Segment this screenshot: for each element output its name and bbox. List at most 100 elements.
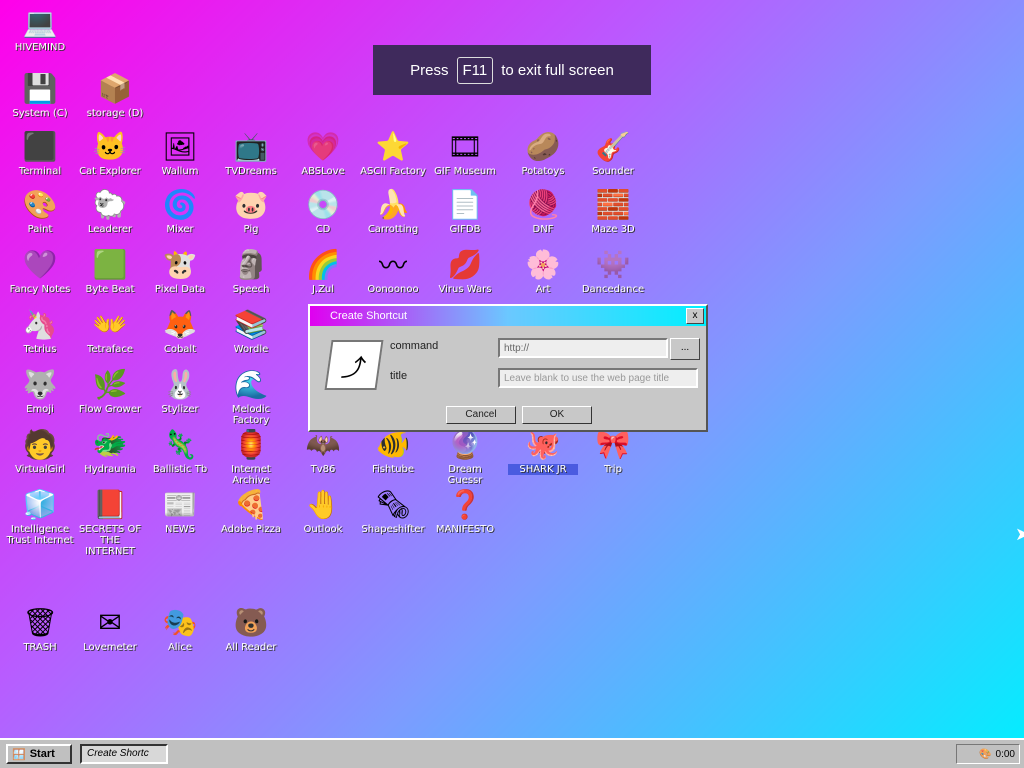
desktop-icon-glyph: ❓ [447, 488, 483, 520]
desktop-icon-glyph: 🧱 [595, 188, 631, 220]
tray-app-icon[interactable]: 🎨 [979, 749, 991, 760]
desktop-icon[interactable]: 🍌 Carrotting [358, 186, 428, 236]
desktop-icon[interactable]: 🐑 Leaderer [75, 186, 145, 236]
desktop-icon-label: Cobalt [163, 344, 197, 355]
desktop-icon-glyph: 🐷 [233, 188, 269, 220]
desktop-icon[interactable]: 🗿 Speech [216, 246, 286, 296]
desktop-icon[interactable]: 📰 NEWS [145, 486, 215, 536]
desktop-icon[interactable]: 🎭 Alice [145, 604, 215, 654]
desktop-icon[interactable]: 🦄 Tetrius [5, 306, 75, 356]
desktop-icon[interactable]: 🦇 Tv86 [288, 426, 358, 476]
desktop-icon[interactable]: 🟩 Byte Beat [75, 246, 145, 296]
desktop-icon-label: Lovemeter [83, 642, 137, 653]
cancel-button[interactable]: Cancel [446, 406, 516, 424]
desktop-icon[interactable]: ✉ Lovemeter [75, 604, 145, 654]
desktop-icon[interactable]: 🐻 All Reader [216, 604, 286, 654]
windows-logo-icon: 🪟 [12, 748, 26, 761]
desktop-icon-glyph: 🦎 [162, 428, 198, 460]
dialog-titlebar[interactable]: Create Shortcut x [310, 306, 706, 326]
desktop-icon-label: Maze 3D [591, 224, 635, 235]
desktop-icon-glyph: 📕 [92, 488, 128, 520]
desktop-icon-glyph: 🐻 [233, 606, 269, 638]
desktop-icon[interactable]: 🏮 Internet Archive [216, 426, 286, 487]
desktop-icon[interactable]: 💾 System (C) [5, 70, 75, 120]
desktop-icon[interactable]: 🍕 Adobe Pizza [216, 486, 286, 536]
desktop-icon[interactable]: 🧶 DNF [508, 186, 578, 236]
desktop-icon[interactable]: 🌊 Melodic Factory [216, 366, 286, 427]
desktop-icon-glyph: 🍕 [233, 488, 269, 520]
desktop-icon[interactable]: 🖼 Wallum [145, 128, 215, 178]
desktop-icon[interactable]: ⭐ ASCII Factory [358, 128, 428, 178]
ok-button[interactable]: OK [522, 406, 592, 424]
desktop-icon-label: J.Zul [311, 284, 335, 295]
desktop-icon-glyph: 👐 [92, 308, 128, 340]
desktop-icon-glyph: 📰 [162, 488, 198, 520]
command-label: command [390, 340, 439, 352]
desktop-icon-glyph: 📦 [97, 72, 133, 104]
desktop-icon-label: Tetrius [23, 344, 57, 355]
desktop-icon[interactable]: 〰 Oonoonoo [358, 246, 428, 295]
desktop-icon[interactable]: 🐠 Fishtube [358, 426, 428, 476]
desktop-icon[interactable]: 🧑 VirtualGirl [5, 426, 75, 476]
title-input[interactable]: Leave blank to use the web page title [498, 368, 698, 388]
desktop-icon[interactable]: 🔮 Dream Guessr [430, 426, 500, 487]
desktop-icon[interactable]: 📺 TVDreams [216, 128, 286, 178]
desktop-icon[interactable]: 🗞 Shapeshifter [358, 486, 428, 536]
desktop-icon[interactable]: 🦎 Ballistic Tb [145, 426, 215, 476]
desktop-icon[interactable]: 📚 Wordle [216, 306, 286, 356]
start-button[interactable]: 🪟 Start [6, 744, 72, 764]
desktop-icon[interactable]: 🎀 Trip [578, 426, 648, 476]
desktop-icon[interactable]: 💜 Fancy Notes [5, 246, 75, 296]
desktop-icon[interactable]: 👾 Dancedance [578, 246, 648, 296]
desktop-icon-label: Adobe Pizza [220, 524, 282, 535]
desktop-icon[interactable]: 🎞 GIF Museum [430, 128, 500, 178]
desktop-icon[interactable]: 👐 Tetraface [75, 306, 145, 356]
desktop-icon[interactable]: 🌀 Mixer [145, 186, 215, 236]
desktop-icon[interactable]: 🐱 Cat Explorer [75, 128, 145, 178]
desktop-icon-label: Pixel Data [154, 284, 206, 295]
desktop-icon-glyph: 🗑 [22, 606, 58, 638]
desktop-icon-label: All Reader [225, 642, 277, 653]
desktop-icon-label: Ballistic Tb [152, 464, 208, 475]
desktop-icon[interactable]: ❓ MANIFESTO [430, 486, 500, 536]
desktop-icon[interactable]: 🦊 Cobalt [145, 306, 215, 356]
desktop-icon-label: Alice [167, 642, 193, 653]
desktop-icon-glyph: 🎨 [22, 188, 58, 220]
desktop-icon[interactable]: 🎸 Sounder [578, 128, 648, 178]
desktop-icon-glyph: 🐮 [162, 248, 198, 280]
desktop-icon[interactable]: 🤚 Outlook [288, 486, 358, 536]
desktop-icon[interactable]: 🧱 Maze 3D [578, 186, 648, 236]
command-input[interactable]: http:// [498, 338, 668, 358]
desktop-icon-glyph: 🏮 [233, 428, 269, 460]
desktop-icon[interactable]: 🌈 J.Zul [288, 246, 358, 296]
desktop-icon[interactable]: 📦 storage (D) [80, 70, 150, 120]
desktop-icon[interactable]: 🌿 Flow Grower [75, 366, 145, 416]
desktop-icon[interactable]: 🌸 Art [508, 246, 578, 296]
dialog-close-button[interactable]: x [686, 308, 704, 324]
desktop-icon[interactable]: ⬛ Terminal [5, 128, 75, 178]
desktop-icon[interactable]: 🧊 Intelligence Trust Internet [5, 486, 75, 547]
desktop-icon-glyph: 👾 [595, 248, 631, 280]
desktop-icon[interactable]: 🐺 Emoji [5, 366, 75, 416]
desktop-icon[interactable]: 💗 ABSLove [288, 128, 358, 178]
desktop-icon-label: Dancedance [581, 284, 645, 295]
desktop-icon[interactable]: 🎨 Paint [5, 186, 75, 236]
mouse-cursor-icon: ➤ [1015, 524, 1024, 544]
desktop-icon-glyph: 🐑 [92, 188, 128, 220]
browse-button[interactable]: ... [670, 338, 700, 360]
desktop-icon[interactable]: 💿 CD [288, 186, 358, 236]
desktop-icon[interactable]: 💋 Virus Wars [430, 246, 500, 296]
desktop-icon[interactable]: 🐮 Pixel Data [145, 246, 215, 296]
desktop-icon[interactable]: 🐲 Hydraunia [75, 426, 145, 476]
desktop-icon[interactable]: 💻 HIVEMIND [5, 4, 75, 54]
desktop-icon[interactable]: 🥔 Potatoys [508, 128, 578, 178]
desktop-icon[interactable]: 🗑 TRASH [5, 604, 75, 654]
taskbar-item-create-shortcut[interactable]: Create Shortc [80, 744, 168, 764]
desktop-icon-label: Sounder [592, 166, 634, 177]
desktop-icon[interactable]: 📄 GIFDB [430, 186, 500, 236]
desktop-icon[interactable]: 🐷 Pig [216, 186, 286, 236]
desktop-icon[interactable]: 🐙 SHARK JR [508, 426, 578, 475]
desktop-icon[interactable]: 📕 SECRETS OF THE INTERNET [75, 486, 145, 558]
desktop-icon-glyph: 🟩 [92, 248, 128, 280]
desktop-icon[interactable]: 🐰 Stylizer [145, 366, 215, 416]
